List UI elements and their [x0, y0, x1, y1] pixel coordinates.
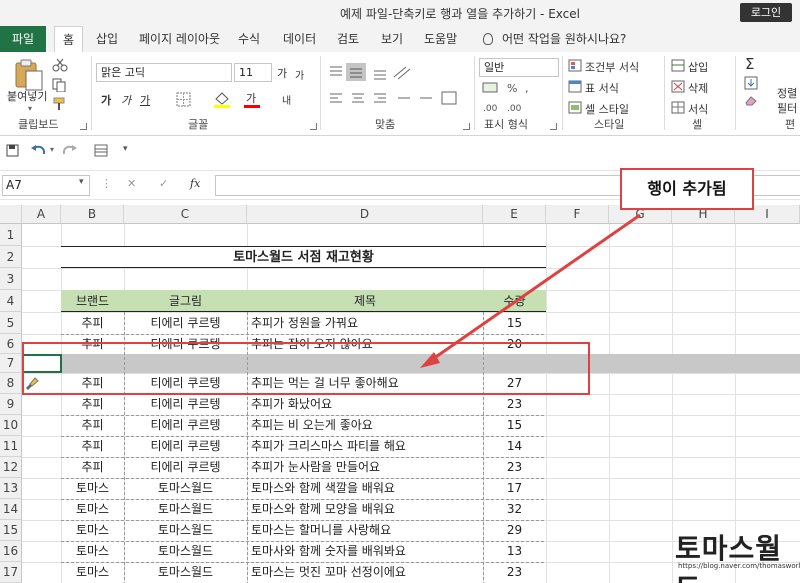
insert-cells-button[interactable]: 삽입	[688, 59, 708, 75]
copy-icon[interactable]	[52, 78, 68, 92]
paste-label[interactable]: 붙여넣기	[7, 88, 47, 104]
arrow-line	[429, 213, 641, 363]
cells-group-label: 셀	[692, 118, 703, 131]
customize-qat-icon[interactable]: ▾	[123, 144, 128, 154]
form-icon[interactable]	[94, 144, 108, 157]
grow-font-button[interactable]: 가	[277, 65, 287, 81]
format-as-table-icon[interactable]	[568, 80, 582, 93]
format-cells-icon[interactable]	[671, 101, 685, 114]
bold-button[interactable]: 가	[101, 92, 111, 108]
delete-cells-icon[interactable]	[671, 80, 685, 93]
ribbon-home: 붙여넣기 ▾ 클립보드 맑은 고딕 11 가 가 가 가 가 가 내 글꼴 맞춤…	[0, 52, 800, 136]
number-group-label: 표시 형식	[484, 118, 528, 131]
enter-icon[interactable]: ✓	[159, 177, 168, 190]
format-painter-icon[interactable]	[52, 97, 68, 111]
save-icon[interactable]	[6, 144, 19, 157]
tab-formulas[interactable]: 수식	[238, 26, 260, 52]
tab-page-layout[interactable]: 페이지 레이아웃	[139, 26, 220, 52]
clipboard-launcher[interactable]	[80, 123, 87, 130]
login-button[interactable]: 로그인	[740, 3, 792, 22]
formula-bar-splitter[interactable]: ⋮	[101, 177, 112, 190]
conditional-format-button[interactable]: 조건부 서식	[585, 59, 639, 75]
quick-access-toolbar: ▾ ▾	[0, 137, 800, 165]
title-bar: 예제 파일-단축키로 행과 열을 추가하기 - Excel 로그인	[0, 0, 800, 26]
filter-button[interactable]: 필터	[777, 100, 797, 116]
italic-button[interactable]: 가	[121, 92, 131, 108]
fill-color-icon[interactable]	[213, 91, 231, 109]
font-size-select[interactable]: 11	[234, 63, 272, 82]
tab-help[interactable]: 도움말	[424, 26, 457, 52]
paste-icon[interactable]	[12, 58, 46, 92]
tab-home[interactable]: 홈	[54, 26, 84, 52]
cell-styles-icon[interactable]	[568, 101, 582, 114]
insert-function-button[interactable]: fx	[190, 177, 200, 190]
svg-text:.00: .00	[507, 104, 522, 114]
tab-view[interactable]: 보기	[381, 26, 403, 52]
document-title: 예제 파일-단축키로 행과 열을 추가하기 - Excel	[340, 7, 580, 21]
svg-text:,: ,	[525, 82, 529, 95]
cut-icon[interactable]	[52, 58, 68, 72]
font-launcher[interactable]	[310, 123, 317, 130]
tab-data[interactable]: 데이터	[283, 26, 316, 52]
name-box-dropdown-icon[interactable]: ▾	[79, 177, 84, 187]
tab-file[interactable]: 파일	[0, 26, 47, 52]
editing-group-label: 편	[785, 118, 796, 131]
undo-dropdown-icon[interactable]: ▾	[50, 145, 54, 154]
watermark-url: https://blog.naver.com/thomasworld	[678, 562, 800, 570]
svg-text:%: %	[507, 82, 517, 95]
format-cells-button[interactable]: 서식	[688, 101, 708, 117]
phonetic-button[interactable]: 내	[282, 92, 291, 107]
alignment-group-label: 맞춤	[375, 118, 396, 131]
cell-styles-button[interactable]: 셀 스타일	[585, 101, 629, 117]
highlight-box	[22, 342, 590, 395]
vertical-align-icons[interactable]	[326, 63, 416, 81]
insert-cells-icon[interactable]	[671, 59, 685, 72]
horizontal-align-icons[interactable]	[326, 90, 460, 108]
svg-text:.00: .00	[483, 104, 498, 114]
styles-group-label: 스타일	[594, 118, 625, 131]
format-as-table-button[interactable]: 표 서식	[585, 80, 619, 96]
delete-cells-button[interactable]: 삭제	[688, 80, 708, 96]
border-icon[interactable]	[176, 92, 192, 107]
alignment-launcher[interactable]	[463, 123, 470, 130]
font-name-select[interactable]: 맑은 고딕	[96, 63, 232, 82]
font-group-label: 글꼴	[188, 118, 209, 131]
cancel-icon[interactable]: ✕	[127, 177, 136, 190]
tab-insert[interactable]: 삽입	[96, 26, 118, 52]
number-format-icons[interactable]: % , .00 .00	[481, 81, 561, 117]
tell-me-search[interactable]: 어떤 작업을 원하시나요?	[502, 26, 626, 52]
chevron-down-icon[interactable]: ▾	[28, 104, 32, 113]
redo-icon[interactable]	[62, 144, 78, 157]
name-box[interactable]: A7	[2, 175, 90, 196]
shrink-font-button[interactable]: 가	[295, 67, 304, 82]
font-color-swatch	[244, 105, 260, 108]
tab-review[interactable]: 검토	[337, 26, 359, 52]
watermark-logo: 토마스월드	[675, 532, 783, 583]
number-launcher[interactable]	[550, 123, 557, 130]
fill-down-icon[interactable]	[744, 76, 758, 90]
underline-button[interactable]: 가	[140, 92, 150, 108]
lightbulb-icon	[483, 33, 493, 45]
row-added-callout: 행이 추가됨	[620, 168, 754, 210]
ribbon-tabs: 파일 홈 삽입 페이지 레이아웃 수식 데이터 검토 보기 도움말 어떤 작업을…	[0, 26, 800, 52]
number-format-select[interactable]: 일반	[479, 58, 559, 77]
sort-button[interactable]: 정렬	[777, 85, 797, 101]
clear-icon[interactable]	[744, 94, 758, 106]
clipboard-group-label: 클립보드	[18, 118, 59, 131]
font-color-button[interactable]: 가	[246, 90, 256, 106]
undo-icon[interactable]	[30, 144, 46, 157]
conditional-format-icon[interactable]	[568, 59, 582, 72]
autosum-button[interactable]: Σ	[745, 55, 754, 73]
